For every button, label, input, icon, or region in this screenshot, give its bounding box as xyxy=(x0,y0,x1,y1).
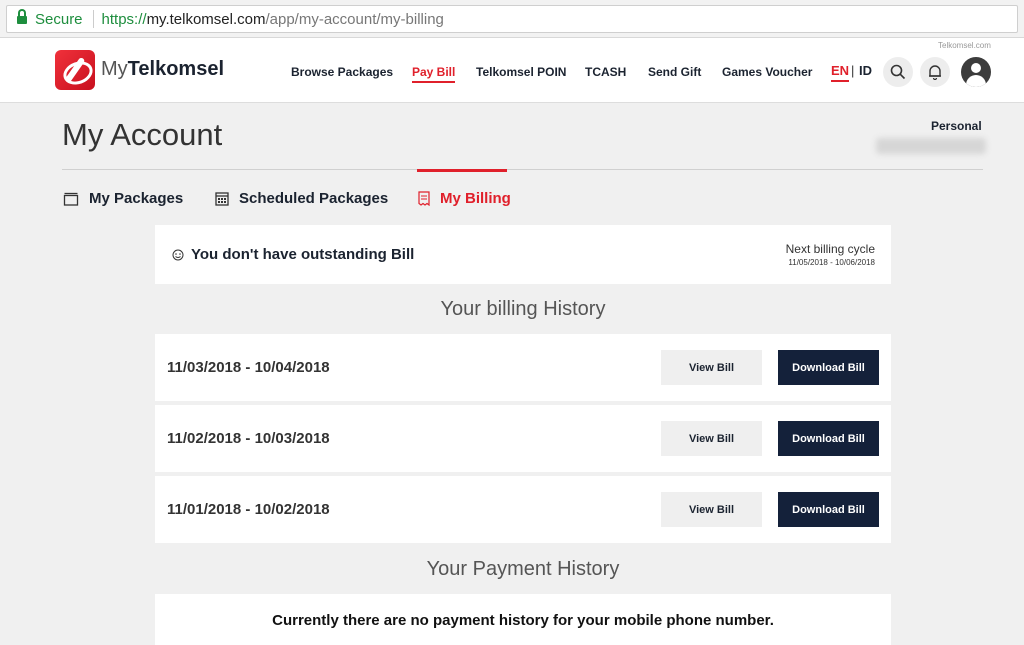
next-cycle-label: Next billing cycle xyxy=(785,242,875,256)
tab-my-packages[interactable]: My Packages xyxy=(63,190,183,207)
outstanding-bill-card: You don't have outstanding Bill Next bil… xyxy=(155,225,891,284)
avatar-icon[interactable] xyxy=(961,57,991,87)
lang-en-toggle[interactable]: EN xyxy=(831,63,850,82)
nav-browse-packages[interactable]: Browse Packages xyxy=(291,65,393,79)
lang-separator: | xyxy=(851,63,855,78)
download-bill-button[interactable]: Download Bill xyxy=(778,492,879,527)
next-cycle-range: 11/05/2018 - 10/06/2018 xyxy=(788,258,875,267)
url-scheme: https:// xyxy=(101,10,147,28)
billing-history-row: 11/03/2018 - 10/04/2018 View Bill Downlo… xyxy=(155,334,891,401)
account-type-label: Personal xyxy=(931,119,982,133)
brand-prefix: My xyxy=(101,58,128,80)
smile-icon xyxy=(172,249,184,261)
download-bill-button[interactable]: Download Bill xyxy=(778,350,879,385)
url-host: my.telkomsel.com xyxy=(146,10,266,28)
secure-label: Secure xyxy=(35,10,83,28)
divider xyxy=(62,169,983,170)
nav-tcash[interactable]: TCASH xyxy=(585,65,626,79)
nav-telkomsel-poin[interactable]: Telkomsel POIN xyxy=(476,65,566,79)
brand-name[interactable]: MyTelkomsel xyxy=(101,58,224,81)
telkomsel-logo-icon[interactable] xyxy=(55,50,95,90)
tab-scheduled-packages[interactable]: Scheduled Packages xyxy=(215,190,388,207)
payment-empty-message: Currently there are no payment history f… xyxy=(272,612,774,629)
site-header: Telkomsel.com MyTelkomsel Browse Package… xyxy=(0,38,1024,103)
bell-icon xyxy=(929,65,941,80)
telkomsel-site-link[interactable]: Telkomsel.com xyxy=(938,41,991,50)
calendar-icon xyxy=(215,192,229,206)
view-bill-button[interactable]: View Bill xyxy=(661,492,762,527)
lang-id-toggle[interactable]: ID xyxy=(859,63,872,78)
package-icon xyxy=(63,192,79,206)
download-bill-button[interactable]: Download Bill xyxy=(778,421,879,456)
brand-main: Telkomsel xyxy=(127,58,225,80)
url-field[interactable]: Secure https:// my.telkomsel.com /app/my… xyxy=(6,5,1018,33)
bill-status-text: You don't have outstanding Bill xyxy=(191,246,415,263)
search-button[interactable] xyxy=(883,57,913,87)
page-title: My Account xyxy=(62,117,223,152)
browser-address-bar: Secure https:// my.telkomsel.com /app/my… xyxy=(0,0,1024,38)
payment-history-card: Currently there are no payment history f… xyxy=(155,594,891,645)
bill-icon xyxy=(418,191,430,206)
notifications-button[interactable] xyxy=(920,57,950,87)
billing-period: 11/03/2018 - 10/04/2018 xyxy=(167,359,330,376)
billing-history-row: 11/02/2018 - 10/03/2018 View Bill Downlo… xyxy=(155,405,891,472)
payment-history-heading: Your Payment History xyxy=(426,558,620,580)
tab-label: Scheduled Packages xyxy=(239,190,389,207)
billing-period: 11/02/2018 - 10/03/2018 xyxy=(167,430,330,447)
nav-send-gift[interactable]: Send Gift xyxy=(648,65,701,79)
billing-history-heading: Your billing History xyxy=(440,298,606,320)
nav-pay-bill[interactable]: Pay Bill xyxy=(412,65,456,83)
active-tab-indicator xyxy=(417,169,507,172)
view-bill-button[interactable]: View Bill xyxy=(661,421,762,456)
phone-number-redacted xyxy=(876,138,986,154)
url-divider xyxy=(92,10,94,28)
view-bill-button[interactable]: View Bill xyxy=(661,350,762,385)
tab-label: My Packages xyxy=(89,190,184,207)
lock-icon xyxy=(17,8,27,25)
billing-period: 11/01/2018 - 10/02/2018 xyxy=(167,501,330,518)
url-path: /app/my-account/my-billing xyxy=(265,10,444,28)
nav-games-voucher[interactable]: Games Voucher xyxy=(722,65,812,79)
tab-my-billing[interactable]: My Billing xyxy=(418,190,511,207)
tab-label: My Billing xyxy=(440,190,511,207)
billing-history-row: 11/01/2018 - 10/02/2018 View Bill Downlo… xyxy=(155,476,891,543)
search-icon xyxy=(890,64,906,80)
